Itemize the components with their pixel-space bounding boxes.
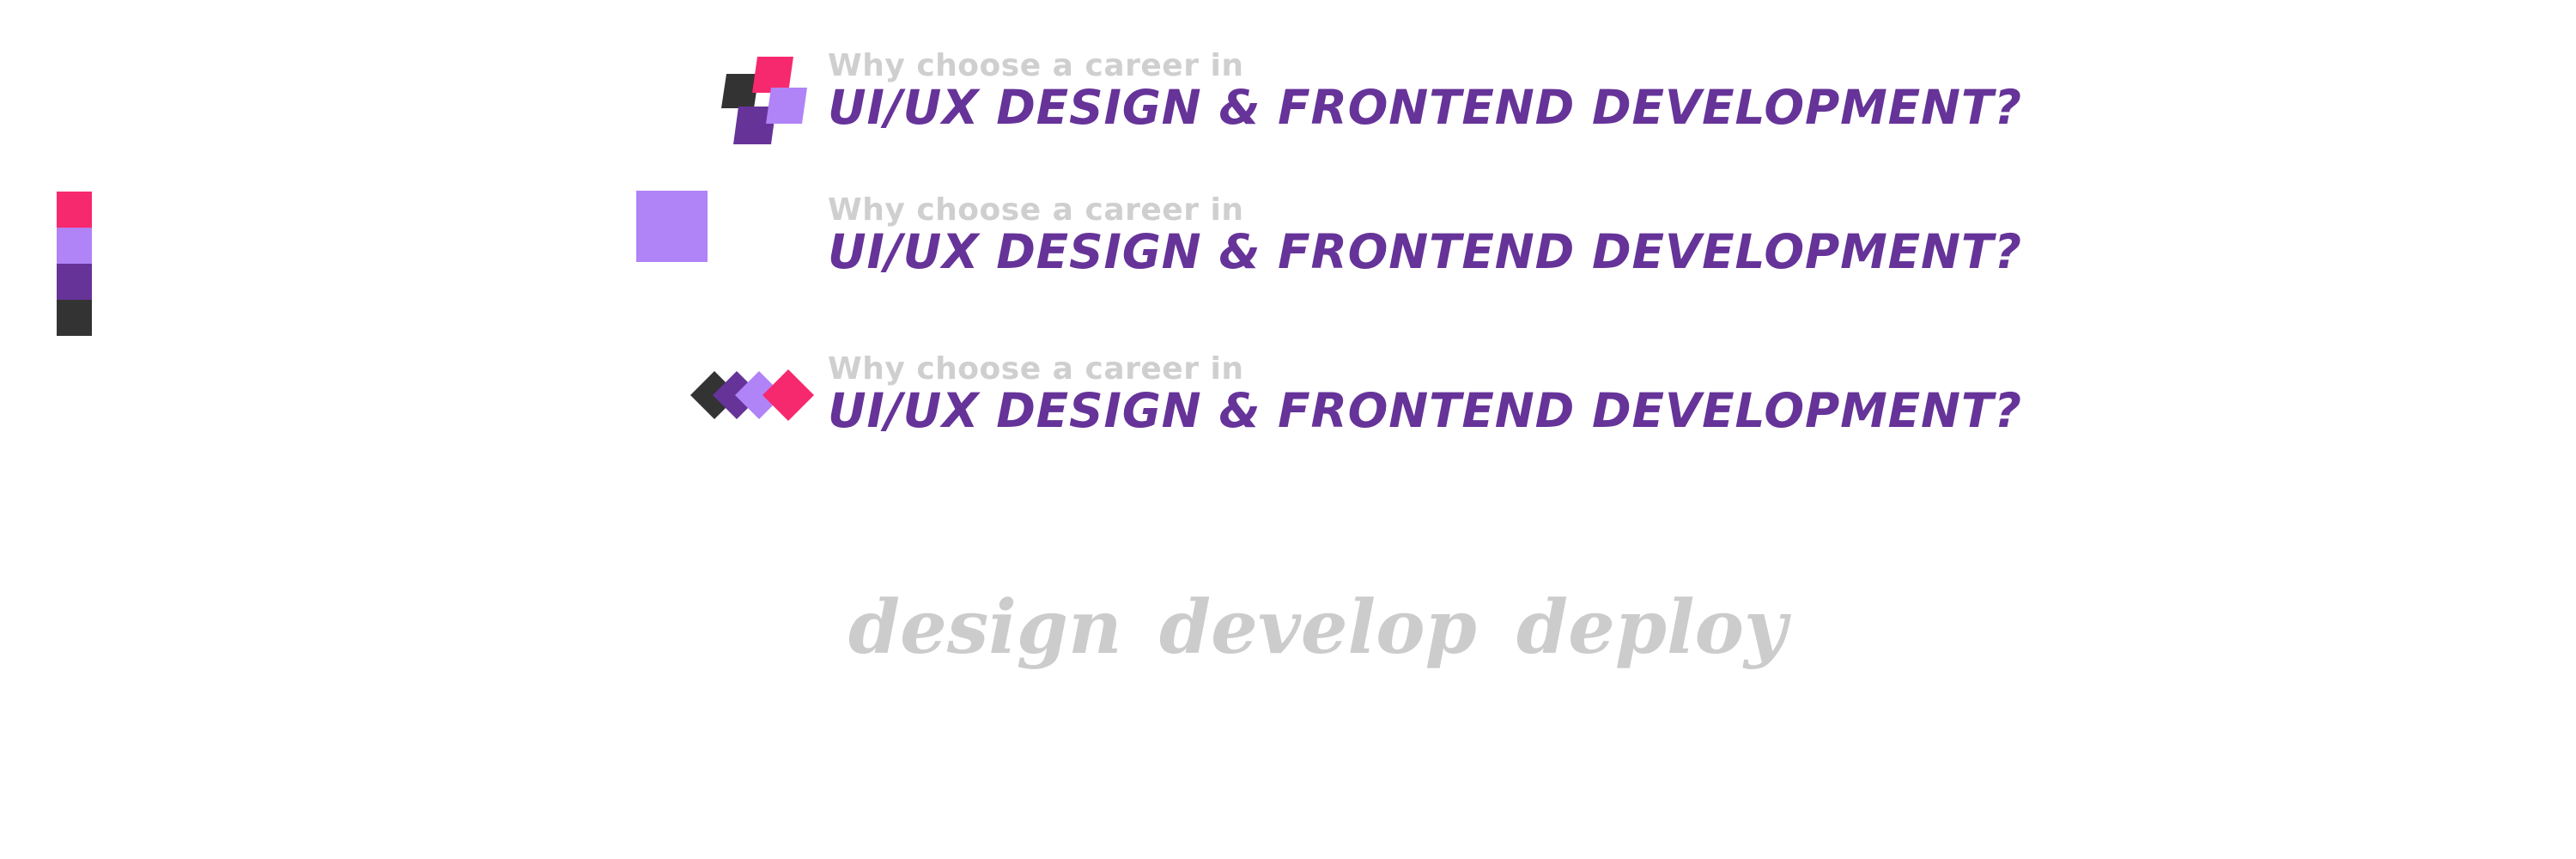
banner-subtitle: Why choose a career in: [828, 351, 1244, 387]
banner-subtitle: Why choose a career in: [828, 48, 1244, 83]
banner-subtitle: Why choose a career in: [828, 192, 1244, 228]
pixel-blocks-logo-icon: [721, 57, 807, 144]
banner-title: UI/UX DESIGN & FRONTEND DEVELOPMENT?: [828, 224, 2022, 279]
tagline-deploy: deploy: [1516, 584, 1787, 671]
color-palette: [57, 192, 92, 336]
block-lavender: [766, 88, 807, 124]
block-pink: [752, 57, 793, 93]
swatch-purple: [57, 264, 92, 300]
square-logo-icon: [636, 191, 708, 262]
diamond-row-logo-icon: [690, 369, 814, 421]
banner-title: UI/UX DESIGN & FRONTEND DEVELOPMENT?: [828, 383, 2022, 438]
swatch-lavender: [57, 228, 92, 264]
swatch-pink: [57, 192, 92, 228]
swatch-charcoal: [57, 300, 92, 336]
headline-banner: Why choose a career in UI/UX DESIGN & FR…: [828, 192, 2022, 279]
tagline-develop: develop: [1159, 584, 1477, 671]
tagline-row: design develop deploy: [848, 581, 1844, 692]
tagline-design: design: [848, 584, 1122, 671]
headline-banner: Why choose a career in UI/UX DESIGN & FR…: [828, 351, 2022, 438]
diamond-pink: [762, 369, 814, 421]
banner-title: UI/UX DESIGN & FRONTEND DEVELOPMENT?: [828, 80, 2022, 135]
headline-banner: Why choose a career in UI/UX DESIGN & FR…: [828, 48, 2022, 135]
